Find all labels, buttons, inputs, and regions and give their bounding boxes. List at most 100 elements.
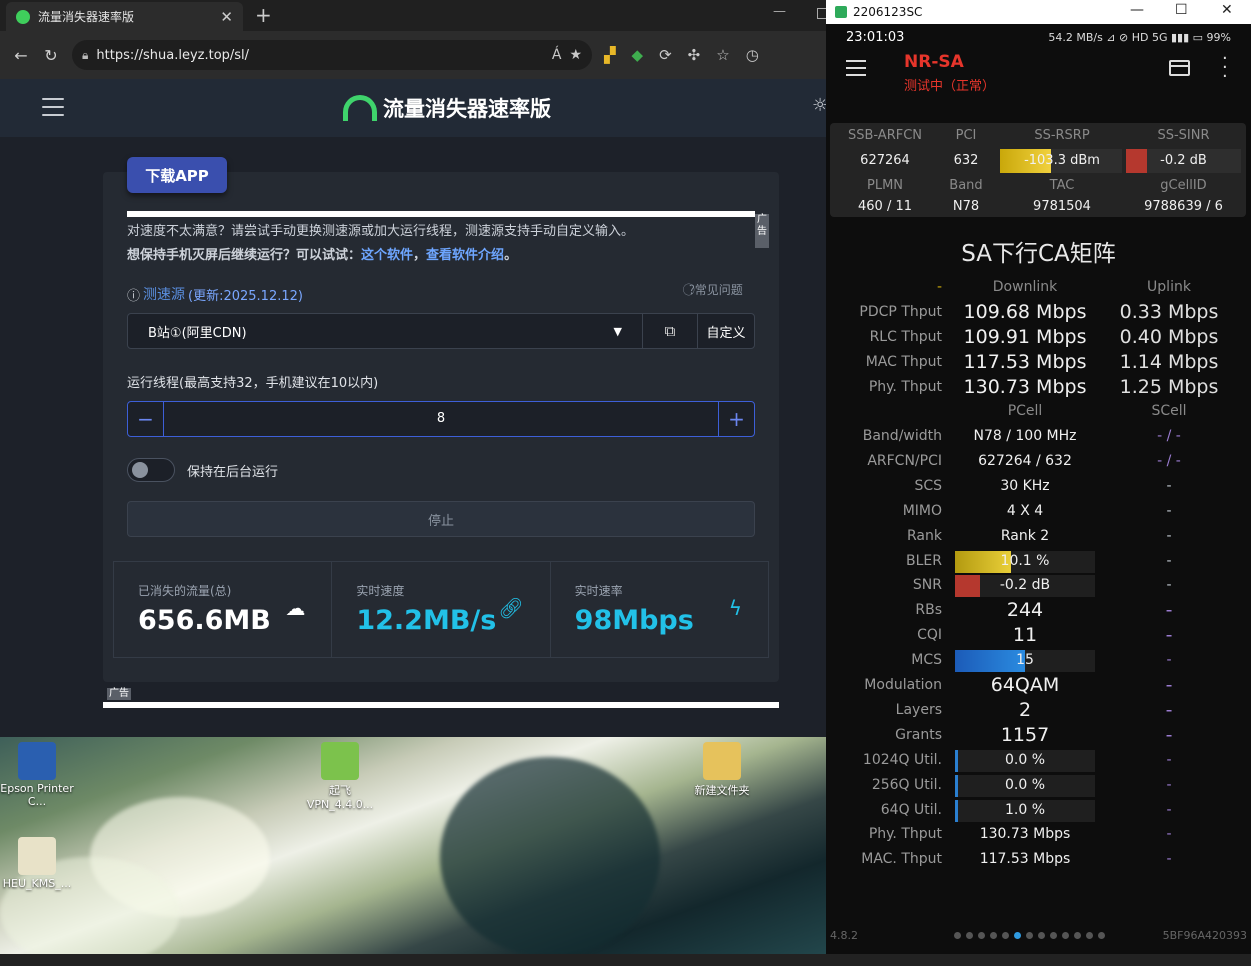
more-options-icon[interactable]: · · · — [1222, 50, 1228, 86]
favorites-icon[interactable]: ☆ — [716, 46, 729, 64]
scell-value: - / - — [1157, 428, 1181, 444]
scell-value: - — [1166, 851, 1172, 868]
read-aloud-icon[interactable]: Á — [552, 47, 562, 63]
close-tab-icon[interactable]: ✕ — [220, 8, 233, 26]
desktop-icon-label: 新建文件夹 — [694, 784, 750, 797]
theme-toggle-icon[interactable]: ☼ — [812, 95, 826, 116]
row-label: 64Q Util. — [880, 801, 942, 818]
faq-link[interactable]: ?⃝常见问题 — [689, 281, 743, 298]
back-icon[interactable]: ← — [6, 40, 36, 70]
thread-input[interactable]: 8 — [164, 402, 718, 436]
copy-icon: ⧉ — [664, 322, 676, 340]
desktop-icon-vpn[interactable]: 起飞 VPN_4.4.0... — [300, 742, 380, 811]
minimize-icon[interactable]: — — [773, 4, 786, 19]
software-link[interactable]: 这个软件 — [361, 248, 413, 263]
page-dot[interactable] — [966, 932, 973, 939]
maximize-icon[interactable] — [817, 8, 826, 19]
ca-row: SCS 30 KHz - — [826, 476, 1251, 500]
background-run-toggle[interactable] — [127, 458, 175, 482]
page-dot[interactable] — [1038, 932, 1045, 939]
page-dot[interactable] — [1074, 932, 1081, 939]
stop-button[interactable]: 停止 — [127, 501, 755, 537]
site-title: 流量消失器速率版 — [383, 97, 551, 121]
software-intro-link[interactable]: 查看软件介绍 — [426, 248, 504, 263]
ca-row: RBs 244 - — [826, 599, 1251, 624]
history-icon[interactable]: ◷ — [746, 46, 759, 64]
desktop-icon-label: HEU_KMS_... — [2, 877, 72, 890]
extension-color-icon[interactable]: ◆ — [632, 46, 644, 64]
app-menu-icon[interactable] — [846, 60, 866, 76]
address-bar[interactable]: 🔒︎ https://shua.leyz.top/sl/ Á ★ — [72, 40, 592, 70]
chevron-down-icon: ▼ — [613, 324, 622, 338]
source-updated[interactable]: (更新:2025.12.12) — [188, 285, 303, 304]
pcell-value: 4 X 4 — [1006, 502, 1044, 519]
favorite-star-icon[interactable]: ★ — [569, 47, 582, 63]
taskbar[interactable] — [0, 954, 1251, 966]
page-dot[interactable] — [978, 932, 985, 939]
ca-row: Layers 2 - — [826, 699, 1251, 724]
ad-banner-top[interactable] — [127, 211, 755, 217]
extension-sync-icon[interactable]: ⟳ — [659, 46, 672, 64]
ca-row: BLER 10.1 % - — [826, 550, 1251, 575]
navigation-bar: ← ↻ 🔒︎ https://shua.leyz.top/sl/ Á ★ ▞ … — [0, 31, 826, 79]
scell-value: - — [1166, 527, 1172, 544]
pcell-value: 130.73 Mbps — [963, 376, 1087, 398]
extensions-puzzle-icon[interactable]: ✣ — [688, 46, 701, 64]
row-label: Grants — [895, 726, 942, 743]
ca-row: 256Q Util. 0.0 % - — [826, 774, 1251, 799]
pcell-value: 117.53 Mbps — [979, 851, 1071, 868]
pcell-value: 109.68 Mbps — [963, 301, 1087, 323]
custom-source-button[interactable]: 自定义 — [697, 313, 755, 349]
page-dot[interactable] — [1002, 932, 1009, 939]
decrement-button[interactable]: − — [128, 402, 164, 436]
site-menu-icon[interactable] — [42, 98, 64, 116]
pcell-value: 244 — [1006, 599, 1044, 622]
reload-icon[interactable]: ↻ — [36, 40, 66, 70]
cell-value: 9781504 — [1033, 199, 1091, 214]
desktop-icon-epson[interactable]: Epson Printer C... — [0, 742, 77, 808]
info-icon: ⓘ — [127, 288, 141, 304]
browser-tab[interactable]: 流量消失器速率版 ✕ — [6, 2, 243, 31]
close-icon[interactable]: ✕ — [1221, 2, 1233, 18]
pcell-value: 0.0 % — [1004, 751, 1046, 768]
row-label: BLER — [906, 552, 942, 569]
page-indicator[interactable] — [954, 932, 1105, 939]
minimize-icon[interactable]: — — [1130, 2, 1144, 18]
download-app-button[interactable]: 下载APP — [127, 157, 227, 193]
desktop-icon-heu[interactable]: HEU_KMS_... — [0, 837, 77, 890]
ca-row: Rank Rank 2 - — [826, 526, 1251, 550]
maximize-icon[interactable]: ☐ — [1175, 2, 1188, 18]
page-dot[interactable] — [1062, 932, 1069, 939]
source-select[interactable]: B站①(阿里CDN) ▼ — [127, 313, 643, 349]
page-dot[interactable] — [1086, 932, 1093, 939]
desktop-icon-folder[interactable]: 新建文件夹 — [682, 742, 762, 798]
site-logo: 流量消失器速率版 — [343, 93, 551, 123]
copy-button[interactable]: ⧉ — [642, 313, 698, 349]
new-tab-icon[interactable]: + — [255, 3, 272, 27]
stat-card: 已消失的流量(总) 656.6MB ☁ — [114, 562, 333, 657]
pcell-value: 11 — [1012, 624, 1038, 647]
cell-value: N78 — [952, 199, 980, 214]
web-page: 流量消失器速率版 ☼ 下载APP 广告 对速度不太满意？请尝试手动更换测速源或加… — [0, 79, 826, 737]
cell-header: Band — [949, 178, 983, 193]
faq-label: 常见问题 — [694, 283, 743, 297]
page-dot[interactable] — [990, 932, 997, 939]
ca-row: - Downlink Uplink — [826, 277, 1251, 301]
increment-button[interactable]: + — [718, 402, 754, 436]
scell-value: - — [1166, 826, 1172, 843]
url-text: https://shua.leyz.top/sl/ — [96, 47, 250, 63]
scell-value: - — [1166, 502, 1172, 519]
sim-card-icon[interactable] — [1169, 60, 1190, 76]
page-dot[interactable] — [1050, 932, 1057, 939]
site-favicon-icon — [16, 9, 30, 24]
page-dot[interactable] — [1026, 932, 1033, 939]
row-label: MAC Thput — [865, 354, 942, 370]
row-label: Layers — [895, 701, 942, 718]
page-dot[interactable] — [1098, 932, 1105, 939]
scell-value: 1.14 Mbps — [1119, 351, 1219, 373]
ad-banner-bottom[interactable] — [103, 702, 779, 708]
page-dot[interactable] — [1014, 932, 1021, 939]
extension-badge-icon[interactable]: ▞ — [604, 46, 616, 64]
scell-value: - — [1166, 652, 1172, 669]
page-dot[interactable] — [954, 932, 961, 939]
